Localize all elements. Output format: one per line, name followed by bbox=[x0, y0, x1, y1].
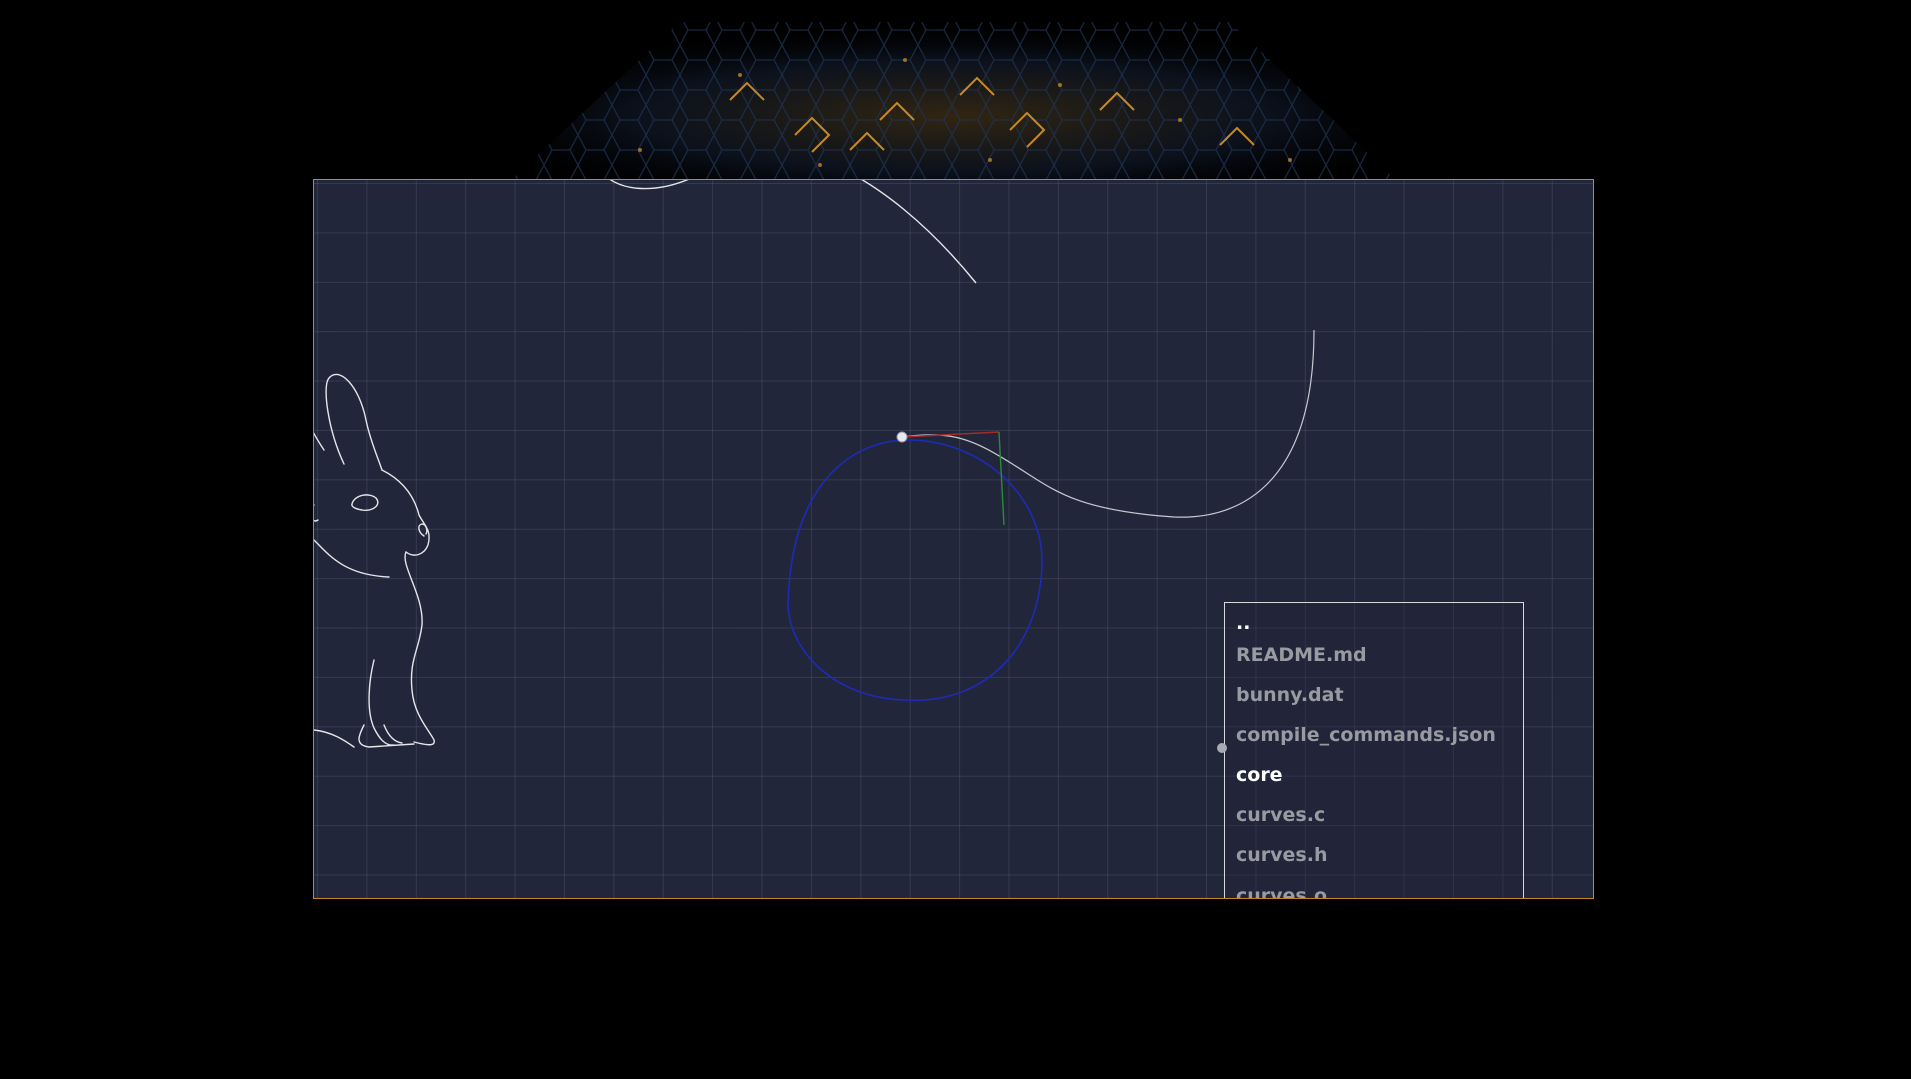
control-point-icon[interactable] bbox=[896, 431, 908, 443]
bunny-back bbox=[314, 504, 319, 522]
bunny-head bbox=[381, 469, 430, 556]
bezier-arc-top-left bbox=[609, 180, 689, 190]
bezier-curve[interactable] bbox=[901, 329, 1315, 518]
bunny-toes bbox=[383, 724, 403, 744]
tangent-handle-y[interactable] bbox=[998, 431, 1005, 526]
file-entry-curves-o[interactable]: curves.o bbox=[1236, 876, 1496, 898]
file-list: .. README.md bunny.dat compile_commands.… bbox=[1236, 611, 1496, 898]
file-entry-readme[interactable]: README.md bbox=[1236, 635, 1496, 675]
bunny-ear-back bbox=[314, 432, 325, 451]
bunny-chest bbox=[404, 551, 435, 746]
cursor-dot-icon bbox=[1217, 743, 1227, 753]
drawing-viewport[interactable]: .. README.md bunny.dat compile_commands.… bbox=[313, 179, 1594, 899]
file-entry-bunny-dat[interactable]: bunny.dat bbox=[1236, 675, 1496, 715]
file-entry-compile-commands[interactable]: compile_commands.json bbox=[1236, 715, 1496, 755]
bunny-cheek bbox=[314, 539, 390, 578]
file-entry-parent-dir[interactable]: .. bbox=[1236, 611, 1496, 635]
bunny-eye bbox=[351, 494, 379, 512]
file-browser-popup[interactable]: .. README.md bunny.dat compile_commands.… bbox=[1224, 602, 1524, 898]
file-entry-curves-c[interactable]: curves.c bbox=[1236, 795, 1496, 835]
bunny-nose bbox=[418, 523, 428, 537]
bunny-back-foot bbox=[314, 729, 355, 748]
unit-circle[interactable] bbox=[787, 439, 1043, 702]
bunny-ear-front bbox=[325, 373, 383, 471]
file-entry-curves-h[interactable]: curves.h bbox=[1236, 835, 1496, 875]
file-entry-core-dir[interactable]: core bbox=[1236, 755, 1496, 795]
bunny-outline bbox=[314, 373, 435, 748]
backdrop-hex-pattern bbox=[512, 22, 1395, 179]
bunny-leg bbox=[368, 659, 395, 746]
bezier-arc-top-right bbox=[861, 180, 977, 284]
app-window: .. README.md bunny.dat compile_commands.… bbox=[0, 0, 1911, 1079]
